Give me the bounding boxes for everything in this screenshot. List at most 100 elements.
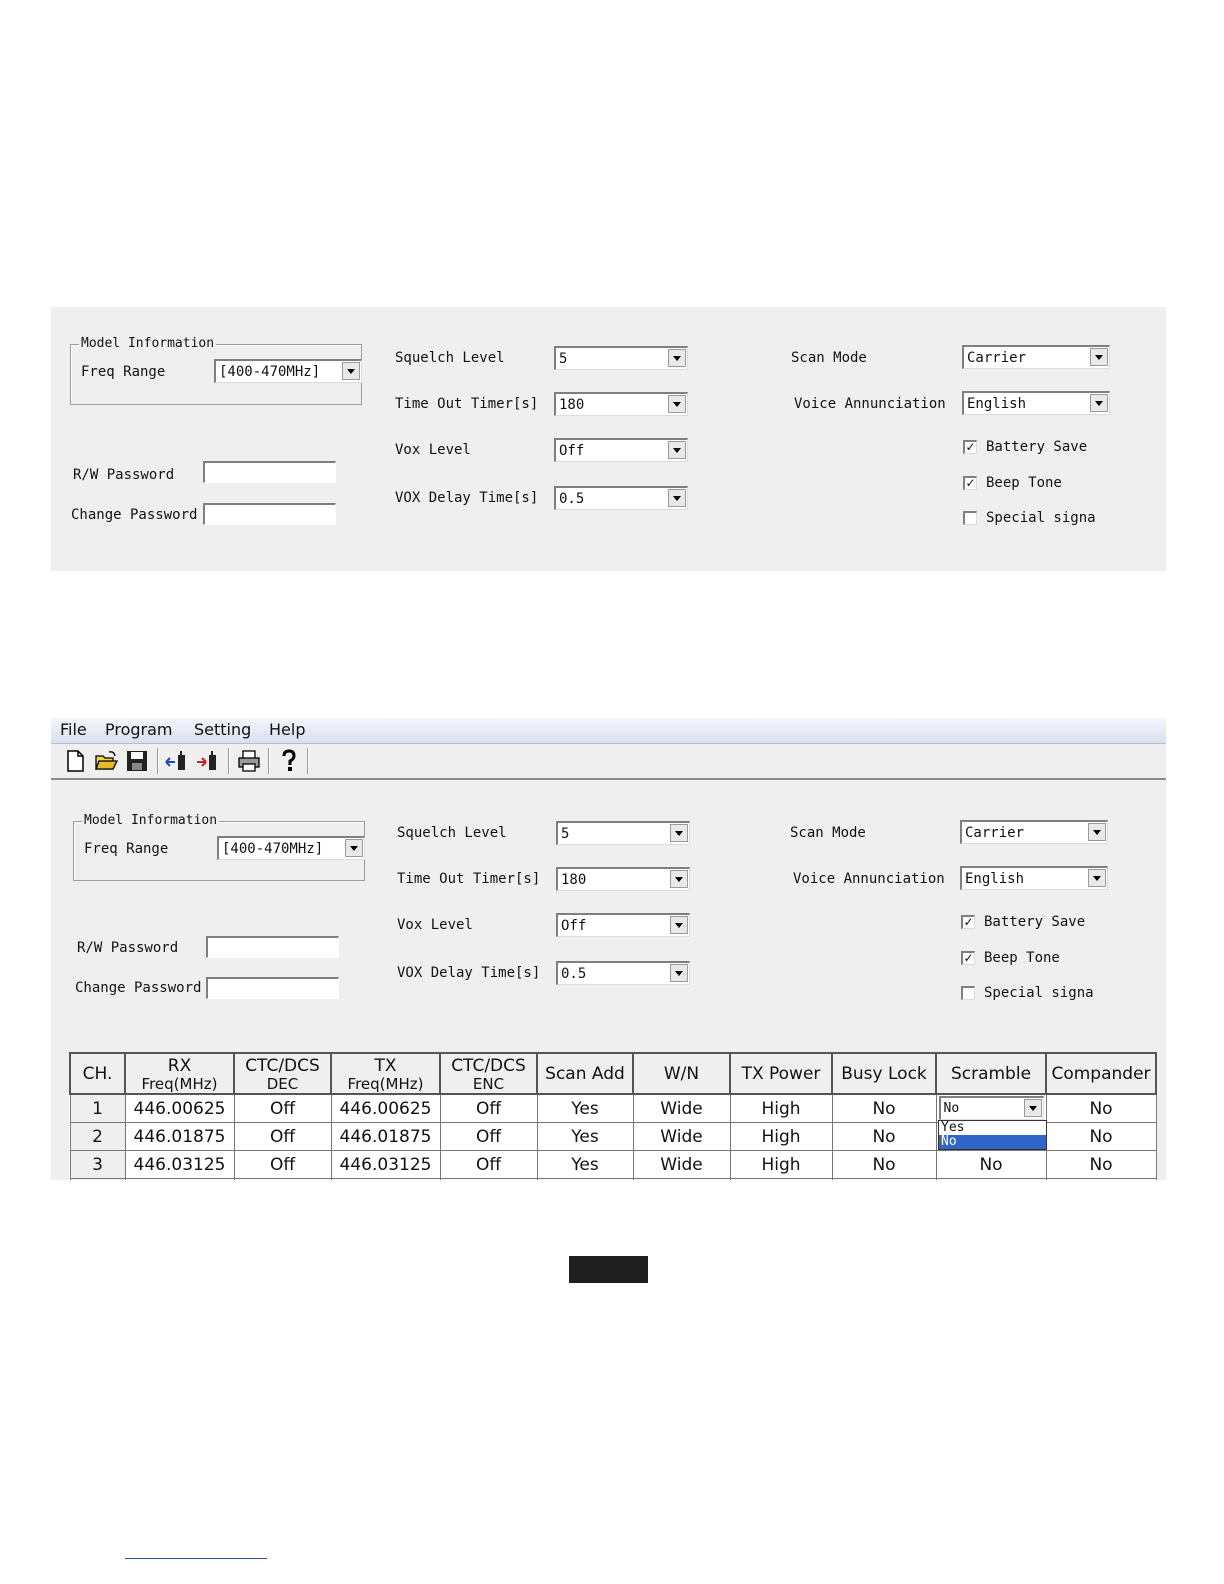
cell-empty[interactable] [330,1178,441,1180]
chevron-down-icon[interactable] [670,870,688,888]
scramble-select[interactable]: No [938,1096,1044,1120]
col-header-ctcdcs-enc[interactable]: CTC/DCS ENC [439,1052,538,1095]
cell-scan-add[interactable]: Yes [536,1150,634,1179]
rw-password-input[interactable] [206,936,339,958]
cell-compander[interactable]: No [1045,1150,1157,1179]
cell-wn[interactable]: Wide [632,1150,731,1179]
chevron-down-icon[interactable] [342,362,360,380]
scan-mode-select[interactable]: Carrier [960,820,1108,844]
chevron-down-icon[interactable] [1090,348,1108,366]
cell-empty[interactable] [536,1178,634,1180]
chevron-down-icon[interactable] [1088,869,1106,887]
cell-tx-freq[interactable]: 446.00625 [330,1093,441,1123]
cell-busy-lock[interactable]: No [831,1093,937,1123]
dropdown-option-no[interactable]: No [939,1135,1046,1149]
chevron-down-icon[interactable] [668,349,686,367]
chevron-down-icon[interactable] [1023,1099,1042,1117]
chevron-down-icon[interactable] [1088,823,1106,841]
cell-ch[interactable]: 1 [69,1093,126,1123]
cell-ctcdcs-dec[interactable]: Off [233,1122,332,1151]
cell-tx-freq[interactable]: 446.03125 [330,1150,441,1179]
col-header-wn[interactable]: W/N [632,1052,731,1095]
open-folder-icon[interactable] [94,749,118,773]
write-to-radio-icon[interactable] [195,749,219,773]
cell-ctcdcs-enc[interactable]: Off [439,1150,538,1179]
cell-ctcdcs-dec[interactable]: Off [233,1093,332,1123]
col-header-tx-freq[interactable]: TX Freq(MHz) [330,1052,441,1095]
cell-compander[interactable]: No [1045,1093,1157,1123]
help-icon[interactable] [277,749,301,773]
dropdown-option-yes[interactable]: Yes [939,1121,1046,1135]
rw-password-input[interactable] [203,461,336,483]
chevron-down-icon[interactable] [670,964,688,982]
cell-rx-freq[interactable]: 446.03125 [124,1150,235,1179]
cell-empty[interactable] [632,1178,731,1180]
time-out-timer-select[interactable]: 180 [554,392,688,416]
cell-ctcdcs-dec[interactable]: Off [233,1150,332,1179]
cell-ctcdcs-enc[interactable]: Off [439,1093,538,1123]
col-header-busy-lock[interactable]: Busy Lock [831,1052,937,1095]
menu-file[interactable]: File [60,720,87,739]
chevron-down-icon[interactable] [670,916,688,934]
footer-link-underline[interactable] [125,1558,267,1559]
cell-scan-add[interactable]: Yes [536,1122,634,1151]
cell-empty[interactable] [1045,1178,1157,1180]
cell-tx-freq[interactable]: 446.01875 [330,1122,441,1151]
new-file-icon[interactable] [63,749,87,773]
beep-tone-checkbox[interactable]: ✓ [961,951,975,965]
squelch-level-select[interactable]: 5 [556,821,690,845]
cell-scramble[interactable]: No [935,1150,1047,1179]
cell-compander[interactable]: No [1045,1122,1157,1151]
vox-level-select[interactable]: Off [554,438,688,462]
scan-mode-select[interactable]: Carrier [962,345,1110,369]
battery-save-checkbox[interactable]: ✓ [961,915,975,929]
voice-annunciation-select[interactable]: English [962,391,1110,415]
cell-tx-power[interactable]: High [729,1150,833,1179]
cell-ch[interactable] [69,1178,126,1180]
special-signal-checkbox[interactable] [963,511,977,525]
freq-range-select[interactable]: [400-470MHz] [217,836,365,860]
col-header-rx-freq[interactable]: RX Freq(MHz) [124,1052,235,1095]
vox-delay-select[interactable]: 0.5 [556,961,690,985]
special-signal-checkbox[interactable] [961,986,975,1000]
col-header-scramble[interactable]: Scramble [935,1052,1047,1095]
chevron-down-icon[interactable] [1090,394,1108,412]
time-out-timer-select[interactable]: 180 [556,867,690,891]
chevron-down-icon[interactable] [670,824,688,842]
print-icon[interactable] [237,749,261,773]
cell-scan-add[interactable]: Yes [536,1093,634,1123]
battery-save-checkbox[interactable]: ✓ [963,440,977,454]
cell-empty[interactable] [233,1178,332,1180]
squelch-level-select[interactable]: 5 [554,346,688,370]
cell-tx-power[interactable]: High [729,1093,833,1123]
cell-empty[interactable] [439,1178,538,1180]
menu-help[interactable]: Help [269,720,305,739]
cell-tx-power[interactable]: High [729,1122,833,1151]
voice-annunciation-select[interactable]: English [960,866,1108,890]
cell-empty[interactable] [729,1178,833,1180]
cell-empty[interactable] [831,1178,937,1180]
change-password-input[interactable] [203,503,336,525]
cell-ctcdcs-enc[interactable]: Off [439,1122,538,1151]
cell-ch[interactable]: 2 [69,1122,126,1151]
cell-scramble-editor[interactable]: No [935,1093,1047,1123]
chevron-down-icon[interactable] [668,441,686,459]
cell-rx-freq[interactable]: 446.01875 [124,1122,235,1151]
cell-busy-lock[interactable]: No [831,1150,937,1179]
menu-program[interactable]: Program [105,720,173,739]
cell-empty[interactable] [124,1178,235,1180]
chevron-down-icon[interactable] [345,839,363,857]
cell-wn[interactable]: Wide [632,1122,731,1151]
cell-rx-freq[interactable]: 446.00625 [124,1093,235,1123]
col-header-tx-power[interactable]: TX Power [729,1052,833,1095]
save-icon[interactable] [125,749,149,773]
change-password-input[interactable] [206,977,339,999]
chevron-down-icon[interactable] [668,395,686,413]
cell-empty[interactable] [935,1178,1047,1180]
read-from-radio-icon[interactable] [164,749,188,773]
col-header-compander[interactable]: Compander [1045,1052,1157,1095]
col-header-ctcdcs-dec[interactable]: CTC/DCS DEC [233,1052,332,1095]
chevron-down-icon[interactable] [668,489,686,507]
cell-wn[interactable]: Wide [632,1093,731,1123]
cell-busy-lock[interactable]: No [831,1122,937,1151]
